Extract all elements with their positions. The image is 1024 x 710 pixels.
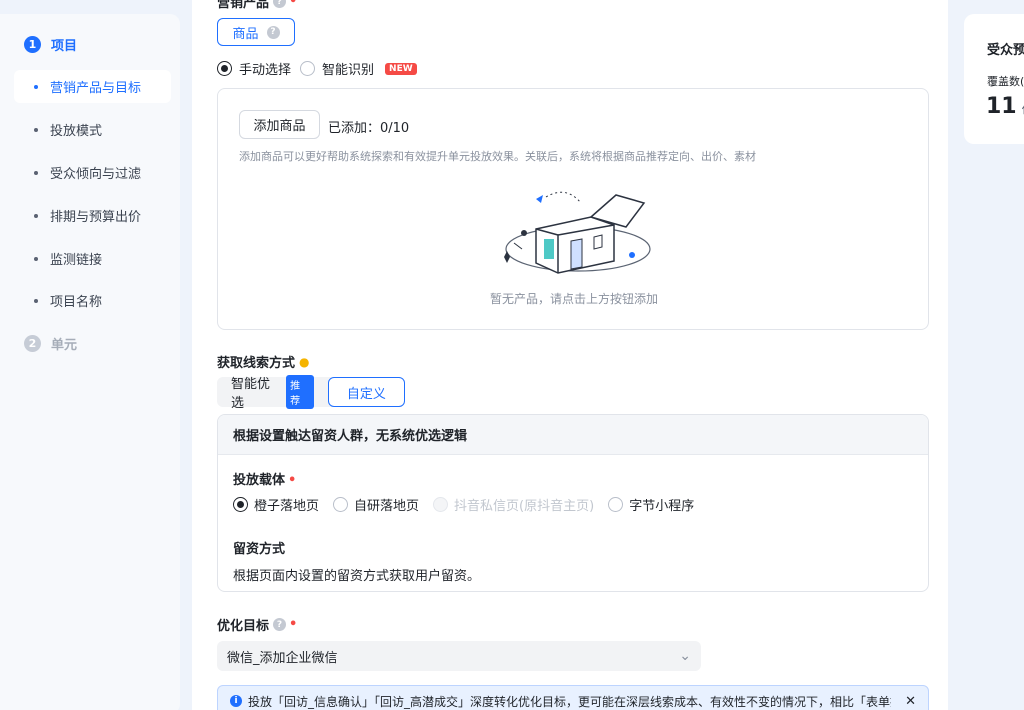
method-title: 留资方式: [233, 542, 286, 557]
added-count: 已添加：0/10: [328, 121, 410, 136]
sidebar-item-marketing-product[interactable]: 营销产品与目标: [14, 70, 171, 103]
bullet-icon: [34, 84, 38, 89]
tab-label: 智能优选: [231, 377, 271, 411]
sidebar-nav: 1 项目 营销产品与目标 投放模式 受众倾向与过滤 排期与预算出价 监测链接 项…: [0, 14, 180, 710]
product-type-button[interactable]: 商品 ?: [217, 18, 295, 46]
info-notice: i 投放「回访_信息确认」「回访_高潜成交」深度转化优化目标，更可能在深层线索成…: [217, 685, 929, 710]
carrier-radio-group: 橙子落地页 自研落地页 抖音私信页(原抖音主页) 字节小程序: [233, 495, 694, 514]
panel-header: 根据设置触达留资人群，无系统优选逻辑: [218, 415, 928, 455]
carrier-title-label: 投放载体: [233, 473, 286, 488]
sidebar-item-label: 排期与预算出价: [50, 210, 142, 225]
chevron-down-icon: ⌄: [679, 648, 691, 664]
step-label: 单元: [51, 338, 78, 353]
coverage-value: 11 亿: [986, 94, 1024, 119]
leads-custom-panel: 根据设置触达留资人群，无系统优选逻辑 投放载体 • 橙子落地页 自研落地页 抖音私…: [217, 414, 929, 592]
step-unit[interactable]: 2 单元: [24, 334, 77, 353]
carrier-label[interactable]: 自研落地页: [354, 495, 419, 514]
carrier-label[interactable]: 橙子落地页: [254, 495, 319, 514]
empty-box-illustration: [504, 191, 651, 274]
main-form-card: 营销产品 ? • 商品 ? 手动选择 智能识别 NEW 添加商品 已添加：0/1…: [192, 0, 948, 710]
tab-label: 自定义: [346, 386, 386, 402]
help-icon[interactable]: ?: [273, 618, 287, 631]
product-type-label: 商品: [232, 26, 259, 42]
optimize-title-label: 优化目标: [217, 619, 270, 634]
required-mark: •: [288, 473, 297, 488]
close-icon[interactable]: ✕: [905, 694, 916, 709]
optimize-target-select[interactable]: 微信_添加企业微信 ⌄: [217, 641, 701, 671]
sidebar-item-schedule-budget[interactable]: 排期与预算出价: [14, 199, 171, 232]
manual-select-radio[interactable]: [217, 61, 232, 76]
step-project[interactable]: 1 项目: [24, 35, 77, 54]
notice-text: 投放「回访_信息确认」「回访_高潜成交」深度转化优化目标，更可能在深层线索成本、…: [248, 694, 892, 709]
sidebar-item-label: 项目名称: [50, 295, 103, 310]
carrier-orange-landing-radio[interactable]: [233, 497, 248, 512]
product-section-title: 营销产品 ? •: [217, 0, 297, 11]
product-hint: 添加商品可以更好帮助系统探索和有效提升单元投放效果。关联后，系统将根据商品推荐定…: [239, 150, 756, 163]
leads-mode-tabs: 智能优选 推荐 自定义: [217, 375, 405, 411]
coverage-number: 11: [986, 94, 1017, 119]
required-mark: •: [289, 617, 298, 632]
help-icon[interactable]: ?: [266, 25, 280, 39]
audience-estimate-card: 受众预 覆盖数( 11 亿: [964, 14, 1024, 144]
sidebar-item-label: 监测链接: [50, 253, 103, 268]
empty-state-text: 暂无产品，请点击上方按钮添加: [489, 292, 658, 306]
step-number-badge: 1: [24, 36, 41, 53]
bullet-icon: [34, 256, 38, 261]
tab-smart-optimize[interactable]: 智能优选 推荐: [217, 375, 328, 411]
leads-title-label: 获取线索方式: [217, 356, 296, 371]
step-number-badge: 2: [24, 335, 41, 352]
sidebar-item-tracking-link[interactable]: 监测链接: [14, 242, 171, 275]
bullet-icon: [34, 213, 38, 218]
sidebar-item-project-name[interactable]: 项目名称: [14, 284, 171, 317]
leads-section-title: 获取线索方式 ●: [217, 352, 310, 372]
sidebar-item-label: 受众倾向与过滤: [50, 167, 142, 182]
manual-select-label[interactable]: 手动选择: [239, 59, 291, 78]
product-list-box: 添加商品 已添加：0/10 添加商品可以更好帮助系统探索和有效提升单元投放效果。…: [217, 88, 929, 330]
sidebar-item-audience[interactable]: 受众倾向与过滤: [14, 156, 171, 189]
bullet-icon: [34, 127, 38, 132]
carrier-mini-program-radio[interactable]: [608, 497, 624, 512]
card-title: 受众预: [987, 43, 1024, 58]
info-icon: i: [230, 695, 242, 707]
sidebar-item-label: 投放模式: [50, 124, 103, 139]
new-badge: NEW: [385, 62, 417, 75]
carrier-self-landing-radio[interactable]: [333, 497, 349, 512]
help-icon[interactable]: ?: [273, 0, 287, 8]
sidebar-item-delivery-mode[interactable]: 投放模式: [14, 113, 171, 146]
optimize-section-title: 优化目标 ? •: [217, 615, 297, 634]
method-desc: 根据页面内设置的留资方式获取用户留资。: [233, 569, 481, 584]
bullet-icon: [34, 170, 38, 175]
bullet-icon: [34, 298, 38, 303]
carrier-label: 抖音私信页(原抖音主页): [454, 499, 595, 514]
smart-identify-label[interactable]: 智能识别: [322, 59, 374, 78]
select-value: 微信_添加企业微信: [227, 650, 338, 666]
add-product-button[interactable]: 添加商品: [239, 110, 320, 139]
sidebar-item-label: 营销产品与目标: [50, 81, 142, 96]
required-mark: •: [289, 0, 298, 9]
smart-identify-radio[interactable]: [300, 61, 316, 76]
recommend-badge: 推荐: [286, 375, 314, 409]
lightbulb-icon: ●: [299, 354, 310, 369]
product-mode-group: 手动选择 智能识别 NEW: [217, 59, 417, 78]
tab-custom[interactable]: 自定义: [327, 377, 405, 407]
step-label: 项目: [51, 39, 78, 54]
product-title-label: 营销产品: [217, 0, 270, 11]
coverage-label: 覆盖数(: [987, 75, 1024, 88]
carrier-title: 投放载体 •: [233, 469, 296, 488]
carrier-label[interactable]: 字节小程序: [629, 495, 694, 514]
carrier-douyin-dm-radio: [433, 497, 449, 512]
